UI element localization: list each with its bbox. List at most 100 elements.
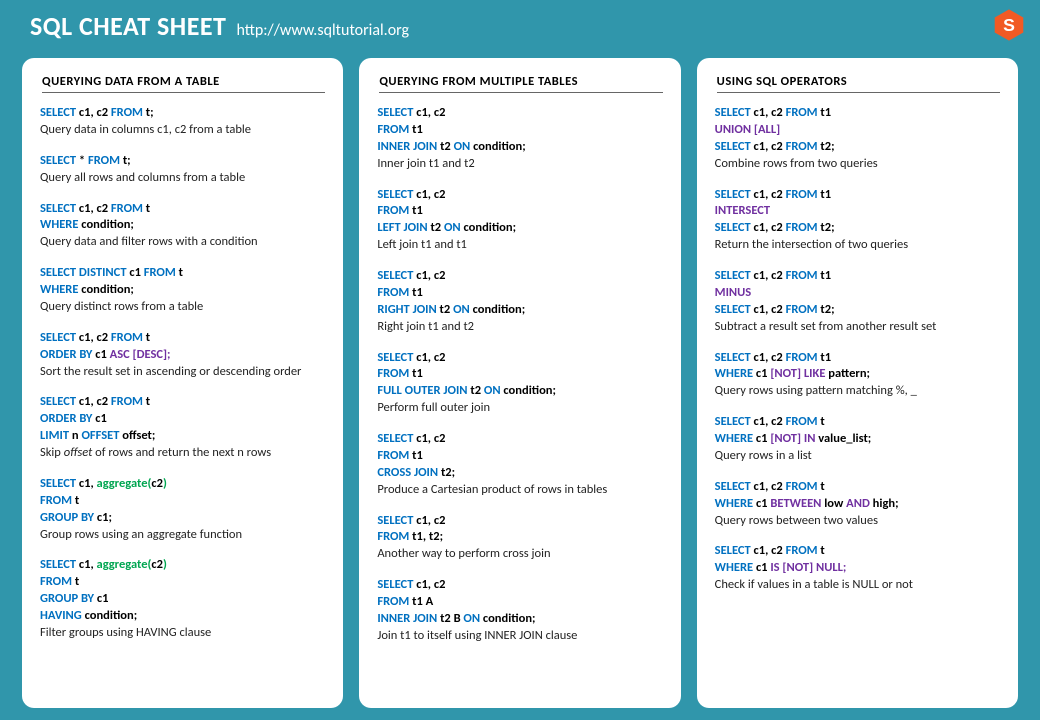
sql-entry: SELECT c1, c2FROM t1RIGHT JOIN t2 ON con… — [377, 268, 662, 336]
code-line: FROM t1 A — [377, 594, 662, 611]
code-line: SELECT * FROM t; — [40, 153, 325, 170]
sql-entry: SELECT c1, c2 FROM t1UNION [ALL]SELECT c… — [715, 105, 1000, 173]
code-line: FULL OUTER JOIN t2 ON condition; — [377, 383, 662, 400]
site-logo-icon: S — [992, 8, 1026, 42]
svg-text:S: S — [1003, 15, 1015, 35]
sql-entry: SELECT c1, c2 FROM tWHERE condition;Quer… — [40, 201, 325, 252]
code-line: FROM t — [40, 574, 325, 591]
code-line: SELECT c1, c2 FROM t — [40, 394, 325, 411]
code-line: UNION [ALL] — [715, 122, 1000, 139]
code-line: SELECT c1, c2 FROM t2; — [715, 139, 1000, 156]
sql-entry: SELECT c1, c2 FROM tWHERE c1 IS [NOT] NU… — [715, 543, 1000, 594]
code-line: WHERE c1 [NOT] LIKE pattern; — [715, 366, 1000, 383]
sql-entry: SELECT c1, c2 FROM tORDER BY c1 ASC [DES… — [40, 330, 325, 381]
code-line: GROUP BY c1 — [40, 591, 325, 608]
sql-entry: SELECT c1, c2FROM t1INNER JOIN t2 ON con… — [377, 105, 662, 173]
code-line: SELECT c1, c2 FROM t — [40, 201, 325, 218]
code-line: FROM t1 — [377, 448, 662, 465]
sql-entry: SELECT c1, c2 FROM t1WHERE c1 [NOT] LIKE… — [715, 350, 1000, 401]
section-title: USING SQL OPERATORS — [717, 74, 1000, 93]
code-line: SELECT c1, c2 FROM t; — [40, 105, 325, 122]
code-line: LEFT JOIN t2 ON condition; — [377, 220, 662, 237]
entry-description: Inner join t1 and t2 — [377, 156, 662, 173]
entry-description: Sort the result set in ascending or desc… — [40, 364, 325, 381]
code-line: SELECT c1, c2 — [377, 577, 662, 594]
sql-entry: SELECT c1, c2FROM t1FULL OUTER JOIN t2 O… — [377, 350, 662, 418]
entry-description: Skip offset of rows and return the next … — [40, 445, 325, 462]
page-title: SQL CHEAT SHEET — [30, 10, 226, 42]
sql-entry: SELECT c1, aggregate(c2)FROM tGROUP BY c… — [40, 557, 325, 641]
code-line: SELECT c1, c2 — [377, 513, 662, 530]
code-line: ORDER BY c1 — [40, 411, 325, 428]
sql-entry: SELECT * FROM t;Query all rows and colum… — [40, 153, 325, 187]
code-line: SELECT DISTINCT c1 FROM t — [40, 265, 325, 282]
entry-description: Right join t1 and t2 — [377, 319, 662, 336]
code-line: FROM t1, t2; — [377, 529, 662, 546]
entry-description: Query distinct rows from a table — [40, 299, 325, 316]
code-line: ORDER BY c1 ASC [DESC]; — [40, 347, 325, 364]
section-title: QUERYING DATA FROM A TABLE — [42, 74, 325, 93]
column-card: QUERYING FROM MULTIPLE TABLES SELECT c1, … — [359, 58, 680, 708]
code-line: SELECT c1, aggregate(c2) — [40, 557, 325, 574]
sql-entry: SELECT c1, c2FROM t1, t2;Another way to … — [377, 513, 662, 564]
sql-entry: SELECT DISTINCT c1 FROM tWHERE condition… — [40, 265, 325, 316]
entry-description: Query data and filter rows with a condit… — [40, 234, 325, 251]
code-line: SELECT c1, c2 — [377, 187, 662, 204]
code-line: FROM t1 — [377, 366, 662, 383]
code-line: SELECT c1, c2 FROM t — [715, 479, 1000, 496]
entry-description: Check if values in a table is NULL or no… — [715, 577, 1000, 594]
entry-description: Another way to perform cross join — [377, 546, 662, 563]
code-line: MINUS — [715, 285, 1000, 302]
code-line: CROSS JOIN t2; — [377, 465, 662, 482]
code-line: WHERE condition; — [40, 282, 325, 299]
section-title: QUERYING FROM MULTIPLE TABLES — [379, 74, 662, 93]
code-line: SELECT c1, c2 FROM t2; — [715, 302, 1000, 319]
columns-container: QUERYING DATA FROM A TABLE SELECT c1, c2 … — [0, 50, 1040, 708]
code-line: FROM t — [40, 493, 325, 510]
code-line: GROUP BY c1; — [40, 510, 325, 527]
code-line: INNER JOIN t2 ON condition; — [377, 139, 662, 156]
sql-entry: SELECT c1, c2 FROM t1INTERSECTSELECT c1,… — [715, 187, 1000, 255]
sql-entry: SELECT c1, c2 FROM tORDER BY c1LIMIT n O… — [40, 394, 325, 462]
code-line: SELECT c1, aggregate(c2) — [40, 476, 325, 493]
code-line: SELECT c1, c2 FROM t1 — [715, 187, 1000, 204]
entry-description: Left join t1 and t1 — [377, 237, 662, 254]
entry-description: Perform full outer join — [377, 400, 662, 417]
code-line: FROM t1 — [377, 122, 662, 139]
sql-entry: SELECT c1, c2 FROM tWHERE c1 BETWEEN low… — [715, 479, 1000, 530]
code-line: SELECT c1, c2 FROM t — [715, 543, 1000, 560]
code-line: SELECT c1, c2 FROM t1 — [715, 350, 1000, 367]
code-line: FROM t1 — [377, 203, 662, 220]
code-line: WHERE c1 [NOT] IN value_list; — [715, 431, 1000, 448]
code-line: SELECT c1, c2 FROM t — [40, 330, 325, 347]
entry-description: Combine rows from two queries — [715, 156, 1000, 173]
sql-entry: SELECT c1, c2FROM t1LEFT JOIN t2 ON cond… — [377, 187, 662, 255]
code-line: RIGHT JOIN t2 ON condition; — [377, 302, 662, 319]
code-line: SELECT c1, c2 — [377, 105, 662, 122]
column-card: USING SQL OPERATORS SELECT c1, c2 FROM t1… — [697, 58, 1018, 708]
entry-description: Query rows using pattern matching %, _ — [715, 383, 1000, 400]
sql-entry: SELECT c1, c2FROM t1 AINNER JOIN t2 B ON… — [377, 577, 662, 645]
sql-entry: SELECT c1, c2FROM t1CROSS JOIN t2;Produc… — [377, 431, 662, 499]
page-url[interactable]: http://www.sqltutorial.org — [236, 21, 409, 42]
code-line: FROM t1 — [377, 285, 662, 302]
sql-entry: SELECT c1, c2 FROM t;Query data in colum… — [40, 105, 325, 139]
entry-description: Query rows in a list — [715, 448, 1000, 465]
sql-entry: SELECT c1, aggregate(c2)FROM tGROUP BY c… — [40, 476, 325, 544]
sql-entry: SELECT c1, c2 FROM t1MINUSSELECT c1, c2 … — [715, 268, 1000, 336]
code-line: SELECT c1, c2 FROM t2; — [715, 220, 1000, 237]
code-line: HAVING condition; — [40, 608, 325, 625]
code-line: INNER JOIN t2 B ON condition; — [377, 611, 662, 628]
sql-entry: SELECT c1, c2 FROM tWHERE c1 [NOT] IN va… — [715, 414, 1000, 465]
entry-description: Return the intersection of two queries — [715, 237, 1000, 254]
entry-description: Query all rows and columns from a table — [40, 170, 325, 187]
column-card: QUERYING DATA FROM A TABLE SELECT c1, c2 … — [22, 58, 343, 708]
page-header: SQL CHEAT SHEET http://www.sqltutorial.o… — [0, 0, 1040, 50]
code-line: SELECT c1, c2 — [377, 431, 662, 448]
entry-description: Join t1 to itself using INNER JOIN claus… — [377, 628, 662, 645]
code-line: SELECT c1, c2 — [377, 268, 662, 285]
entry-description: Filter groups using HAVING clause — [40, 625, 325, 642]
entry-description: Subtract a result set from another resul… — [715, 319, 1000, 336]
code-line: SELECT c1, c2 FROM t1 — [715, 105, 1000, 122]
entry-description: Query rows between two values — [715, 513, 1000, 530]
